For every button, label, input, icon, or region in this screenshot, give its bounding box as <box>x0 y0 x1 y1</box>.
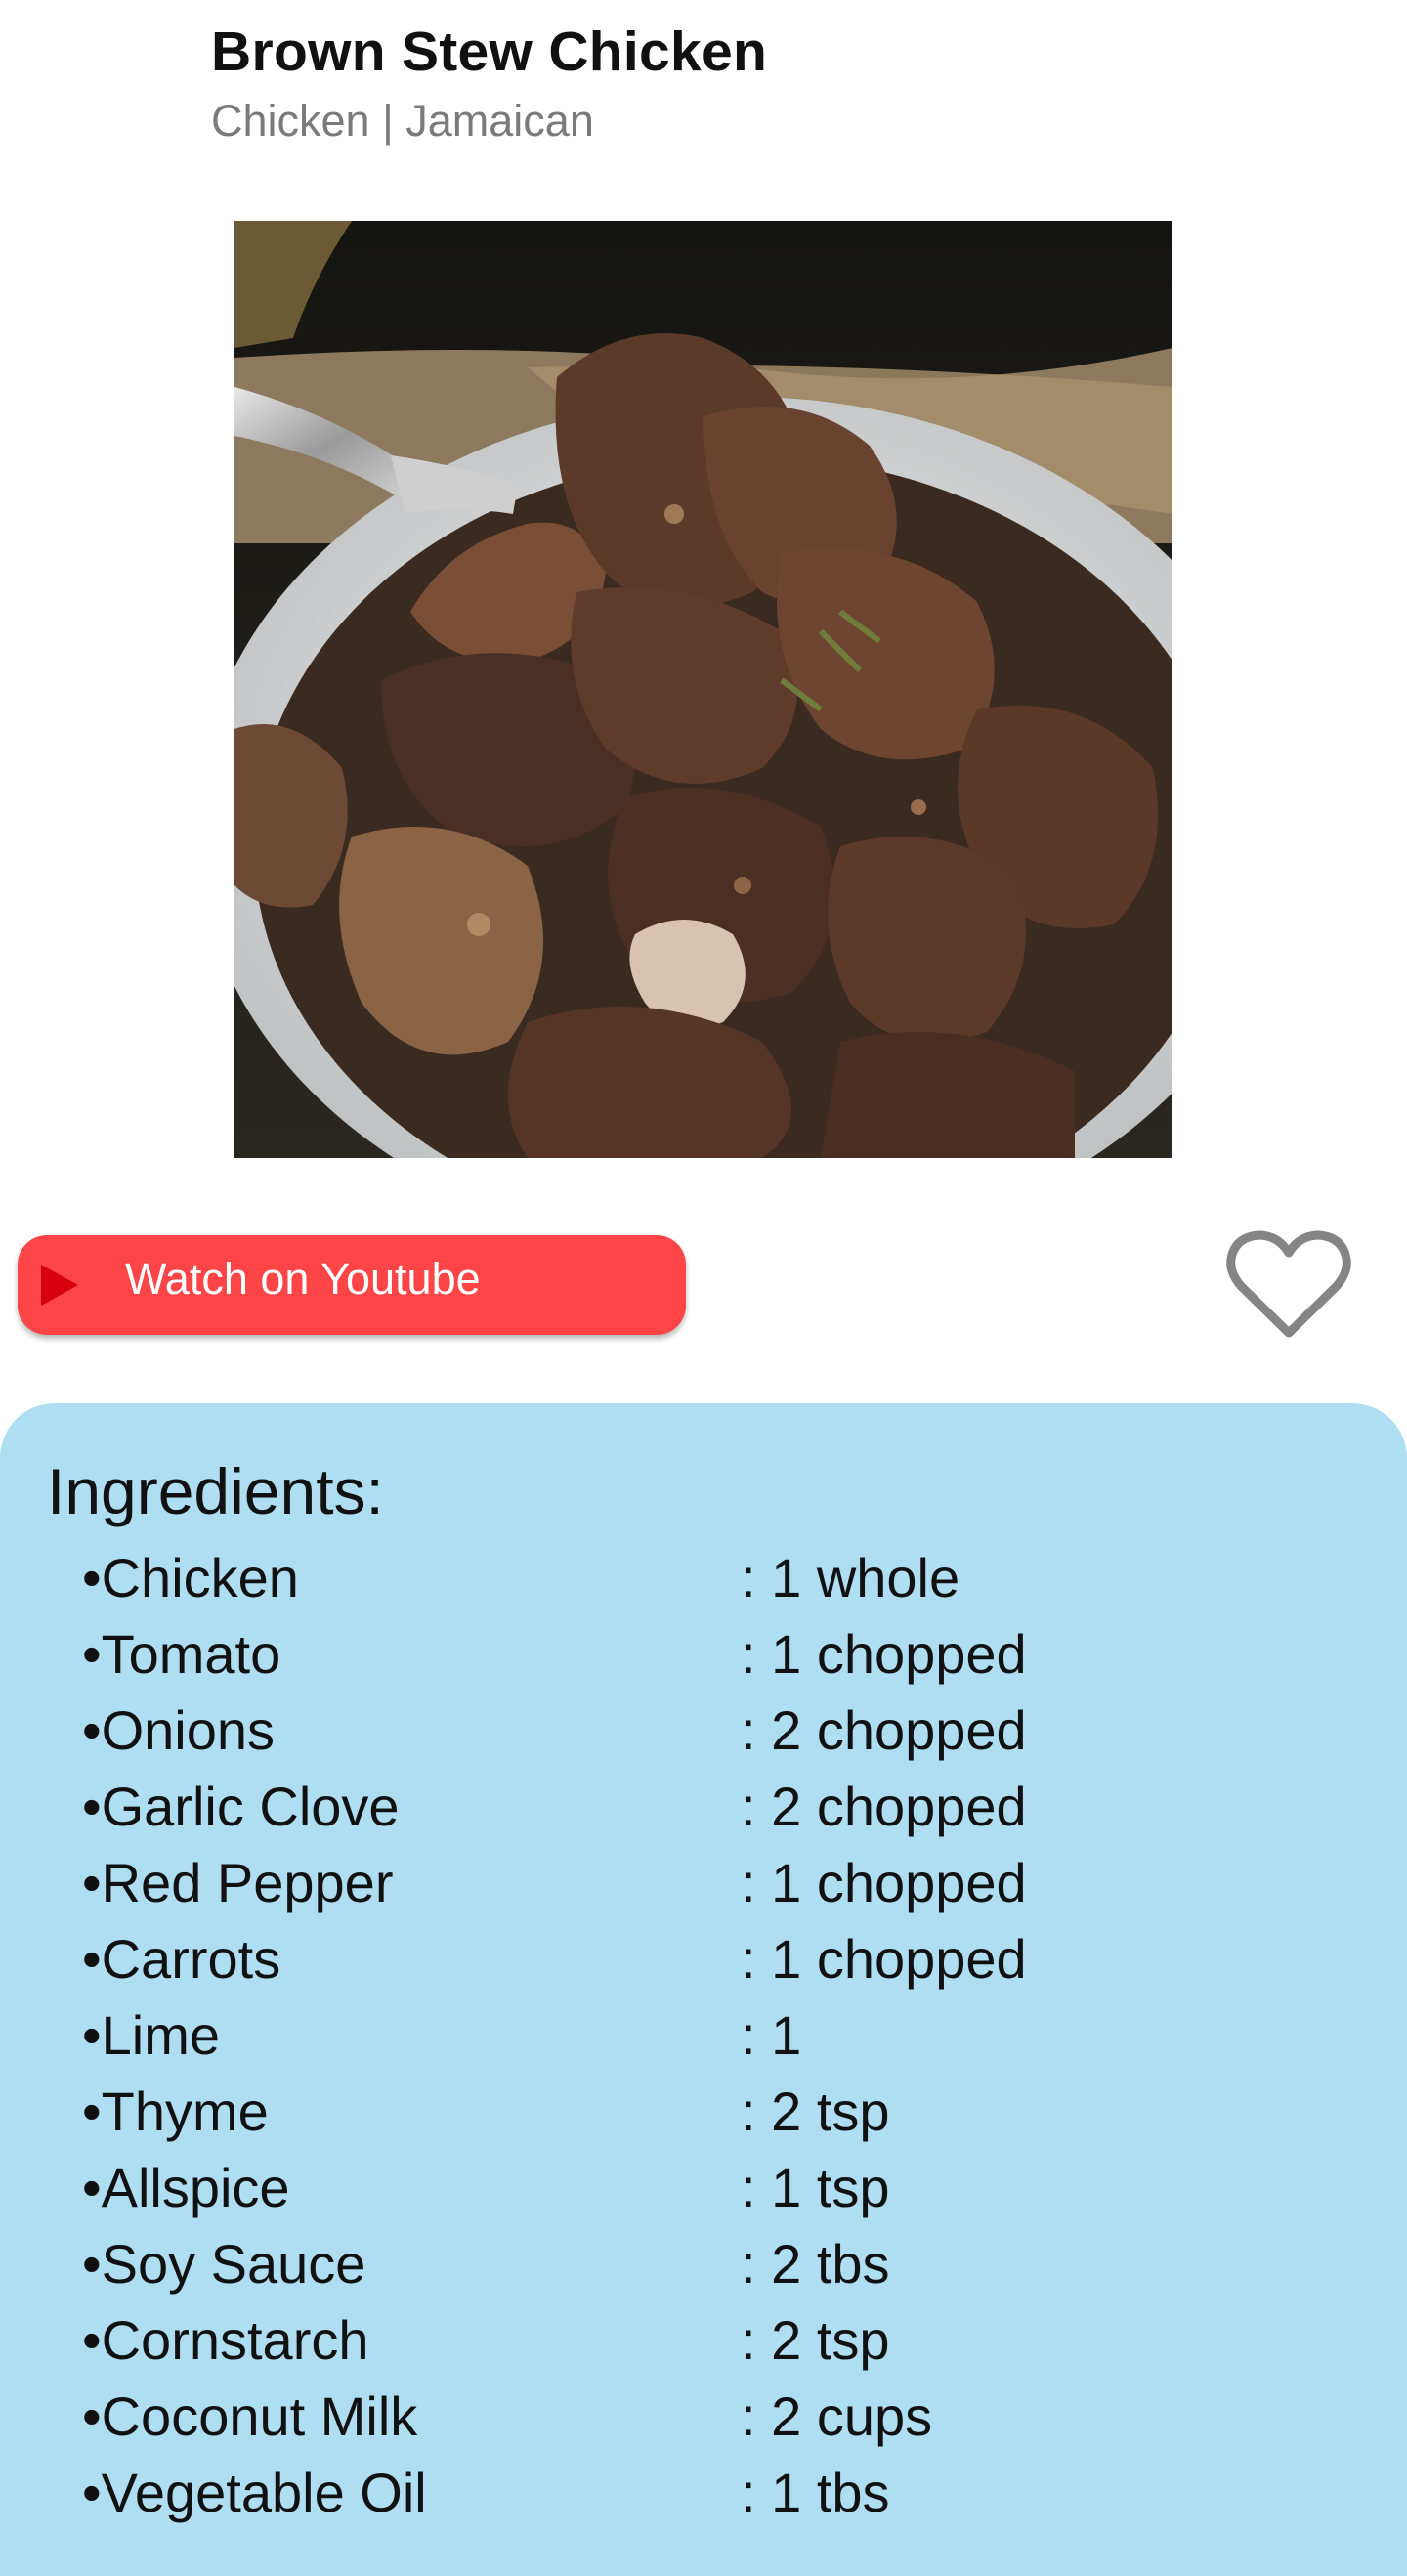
ingredient-quantity: : 1 tsp <box>741 2157 890 2218</box>
ingredient-name: •Chicken <box>82 1547 299 1609</box>
ingredient-name: •Onions <box>82 1699 276 1761</box>
ingredient-quantity: : 1 tbs <box>741 2462 890 2523</box>
ingredient-row: •Garlic Clove : 2 chopped <box>82 1769 1352 1845</box>
ingredient-name: •Thyme <box>82 2081 269 2142</box>
ingredient-quantity: : 2 chopped <box>741 1776 1027 1837</box>
ingredient-name: •Coconut Milk <box>82 2385 418 2447</box>
ingredient-row: •Chicken : 1 whole <box>82 1540 1352 1616</box>
ingredient-row: •Allspice : 1 tsp <box>82 2150 1352 2226</box>
ingredient-name: •Carrots <box>82 1928 281 1990</box>
ingredients-list: •Chicken : 1 whole •Tomato : 1 chopped •… <box>82 1540 1352 2531</box>
ingredient-quantity: : 2 cups <box>741 2385 933 2447</box>
ingredient-quantity: : 1 <box>741 2004 802 2066</box>
recipe-category-area: Chicken | Jamaican <box>211 96 594 146</box>
watch-on-youtube-button[interactable]: Watch on Youtube <box>18 1235 686 1335</box>
ingredient-quantity: : 1 whole <box>741 1547 960 1609</box>
ingredient-quantity: : 1 chopped <box>741 1852 1027 1913</box>
ingredient-row: •Onions : 2 chopped <box>82 1693 1352 1769</box>
ingredient-row: •Cornstarch : 2 tsp <box>82 2302 1352 2379</box>
ingredient-quantity: : 2 tbs <box>741 2233 890 2295</box>
ingredient-name: •Tomato <box>82 1623 281 1685</box>
ingredient-row: •Lime : 1 <box>82 1997 1352 2074</box>
ingredient-name: •Red Pepper <box>82 1852 394 1913</box>
ingredient-row: •Vegetable Oil : 1 tbs <box>82 2455 1352 2531</box>
watch-on-youtube-label: Watch on Youtube <box>125 1254 481 1304</box>
play-icon <box>41 1265 78 1306</box>
ingredients-panel: Ingredients: •Chicken : 1 whole •Tomato … <box>0 1403 1407 2576</box>
ingredient-name: •Allspice <box>82 2157 290 2218</box>
ingredient-name: •Lime <box>82 2004 220 2066</box>
ingredient-name: •Soy Sauce <box>82 2233 366 2295</box>
ingredient-quantity: : 2 chopped <box>741 1699 1027 1761</box>
ingredient-name: •Cornstarch <box>82 2309 369 2371</box>
ingredient-quantity: : 2 tsp <box>741 2309 890 2371</box>
recipe-title: Brown Stew Chicken <box>211 21 768 83</box>
favorite-heart-icon[interactable] <box>1225 1227 1352 1343</box>
ingredient-row: •Carrots : 1 chopped <box>82 1921 1352 1997</box>
ingredient-row: •Tomato : 1 chopped <box>82 1616 1352 1693</box>
ingredients-heading: Ingredients: <box>47 1455 384 1527</box>
recipe-image <box>234 221 1172 1158</box>
ingredient-name: •Vegetable Oil <box>82 2462 427 2523</box>
ingredient-name: •Garlic Clove <box>82 1776 400 1837</box>
ingredient-quantity: : 2 tsp <box>741 2081 890 2142</box>
ingredient-row: •Coconut Milk : 2 cups <box>82 2379 1352 2455</box>
ingredient-quantity: : 1 chopped <box>741 1623 1027 1685</box>
ingredient-quantity: : 1 chopped <box>741 1928 1027 1990</box>
ingredient-row: •Thyme : 2 tsp <box>82 2074 1352 2150</box>
ingredient-row: •Red Pepper : 1 chopped <box>82 1845 1352 1921</box>
ingredient-row: •Soy Sauce : 2 tbs <box>82 2226 1352 2302</box>
